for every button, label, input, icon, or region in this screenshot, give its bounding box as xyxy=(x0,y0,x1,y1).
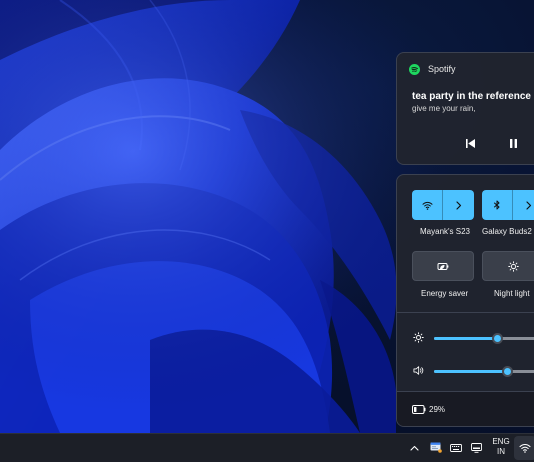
sliders-section xyxy=(397,312,534,391)
brightness-slider-thumb[interactable] xyxy=(492,333,504,344)
night-light-icon xyxy=(507,260,519,272)
battery-icon xyxy=(412,405,426,414)
region-code: IN xyxy=(497,447,505,456)
media-track-artist: give me your rain, xyxy=(412,104,476,113)
brightness-icon xyxy=(413,332,424,343)
battery-percentage: 29% xyxy=(429,405,446,414)
input-language-indicator[interactable]: ENG IN xyxy=(489,437,513,457)
language-code: ENG xyxy=(492,437,510,446)
brightness-slider-row xyxy=(397,328,534,348)
quick-settings-panel: Mayank's S23 Galaxy Buds2 Pro Energy sav… xyxy=(396,174,534,427)
spotify-icon xyxy=(409,64,420,75)
wifi-icon xyxy=(422,201,432,210)
bluetooth-expand-button[interactable] xyxy=(513,190,534,220)
bluetooth-tile[interactable] xyxy=(482,190,534,220)
energy-saver-tile[interactable] xyxy=(412,251,474,281)
night-light-tile[interactable] xyxy=(482,251,534,281)
wifi-tile-label: Mayank's S23 xyxy=(420,227,470,236)
app-tray-icon xyxy=(430,442,442,453)
chevron-up-icon xyxy=(409,445,419,451)
battery-status[interactable]: 29% xyxy=(397,391,534,426)
taskbar: ENG IN xyxy=(0,433,534,462)
touch-keyboard-button[interactable] xyxy=(449,434,463,461)
media-track-title: tea party in the reference room xyxy=(412,91,534,102)
previous-track-icon xyxy=(465,138,475,148)
volume-slider-row xyxy=(397,361,534,381)
energy-saver-icon xyxy=(437,262,449,270)
bluetooth-icon xyxy=(493,200,500,210)
brightness-slider[interactable] xyxy=(434,333,534,344)
display-icon xyxy=(470,442,482,453)
media-app-name: Spotify xyxy=(428,64,456,74)
display-button[interactable] xyxy=(469,434,483,461)
volume-slider[interactable] xyxy=(434,366,534,377)
wifi-expand-button[interactable] xyxy=(443,190,474,220)
quick-settings-button[interactable] xyxy=(514,436,534,460)
energy-saver-tile-label: Energy saver xyxy=(421,289,469,298)
bluetooth-toggle[interactable] xyxy=(482,190,513,220)
pause-button[interactable] xyxy=(501,131,525,155)
keyboard-icon xyxy=(450,443,462,452)
wifi-toggle[interactable] xyxy=(412,190,443,220)
volume-icon[interactable] xyxy=(413,365,424,376)
media-flyout[interactable]: Spotify tea party in the reference room … xyxy=(396,52,534,165)
chevron-right-icon xyxy=(456,200,462,210)
show-hidden-icons-button[interactable] xyxy=(407,434,421,461)
night-light-tile-label: Night light xyxy=(494,289,530,298)
volume-slider-thumb[interactable] xyxy=(501,366,513,377)
bluetooth-tile-label: Galaxy Buds2 Pro xyxy=(482,227,534,236)
volume-slider-fill xyxy=(434,370,508,373)
tray-app-button[interactable] xyxy=(428,434,444,461)
wifi-tile[interactable] xyxy=(412,190,474,220)
chevron-right-icon xyxy=(526,200,532,210)
brightness-slider-fill xyxy=(434,337,498,340)
pause-icon xyxy=(509,138,517,148)
previous-track-button[interactable] xyxy=(458,131,482,155)
wifi-icon xyxy=(519,443,531,453)
